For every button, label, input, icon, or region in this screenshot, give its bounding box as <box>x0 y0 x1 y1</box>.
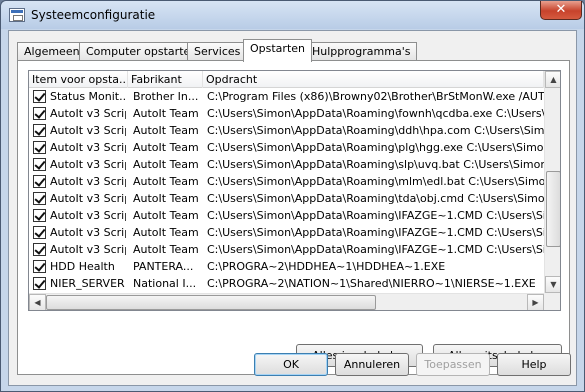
horizontal-scroll-thumb[interactable] <box>46 295 376 310</box>
startup-item-command: C:\PROGRA~2\NATION~1\Shared\NIERRO~1\NIE… <box>207 277 536 290</box>
startup-item-command: C:\Users\Simon\AppData\Roaming\slp\uvq.b… <box>207 158 544 171</box>
scroll-up-arrow-icon[interactable]: ▲ <box>545 71 560 88</box>
table-row[interactable]: Status Monit... Brother In... C:\Program F… <box>29 88 544 105</box>
dialog-client-area: Algemeen Computer opstarten Services Ops… <box>8 30 577 386</box>
startup-item-checkbox[interactable] <box>33 175 46 188</box>
startup-item-command: C:\Users\Simon\AppData\Roaming\ddh\hpa.c… <box>207 124 544 137</box>
startup-item-command: C:\Users\Simon\AppData\Roaming\mlm\edl.b… <box>207 175 544 188</box>
tab-algemeen[interactable]: Algemeen <box>17 42 87 61</box>
table-row[interactable]: AutoIt v3 Script AutoIt Team C:\Users\Simo… <box>29 139 544 156</box>
startup-item-name: AutoIt v3 Script <box>50 175 126 188</box>
window-title: Systeemconfiguratie <box>31 8 156 22</box>
table-row[interactable]: HDD Health PANTERA... C:\PROGRA~2\HDDHEA~1… <box>29 258 544 275</box>
startup-item-name: AutoIt v3 Script <box>50 124 126 137</box>
startup-item-command: C:\Users\Simon\AppData\Roaming\IFAZGE~1.… <box>207 209 544 222</box>
opstarten-tab-panel: Item voor opsta... Fabrikant Opdracht St… <box>17 60 570 375</box>
startup-item-vendor: AutoIt Team <box>133 226 199 239</box>
startup-item-name: NIER_SERVER <box>50 277 125 290</box>
tab-opstarten[interactable]: Opstarten <box>243 39 312 62</box>
startup-item-name: AutoIt v3 Script <box>50 141 126 154</box>
scroll-right-arrow-icon[interactable]: ▶ <box>527 294 544 310</box>
startup-item-vendor: AutoIt Team <box>133 243 199 256</box>
startup-item-checkbox[interactable] <box>33 243 46 256</box>
startup-item-command: C:\Users\Simon\AppData\Roaming\IFAZGE~1.… <box>207 243 544 256</box>
close-icon: ✕ <box>555 2 567 17</box>
horizontal-scrollbar[interactable]: ◀ ▶ <box>29 293 544 310</box>
startup-item-checkbox[interactable] <box>33 124 46 137</box>
startup-item-name: AutoIt v3 Script <box>50 107 126 120</box>
startup-item-command: C:\Users\Simon\AppData\Roaming\fownh\qcd… <box>207 107 544 120</box>
startup-item-checkbox[interactable] <box>33 260 46 273</box>
startup-items-list[interactable]: Item voor opsta... Fabrikant Opdracht St… <box>28 70 561 311</box>
startup-item-vendor: AutoIt Team <box>133 124 199 137</box>
startup-item-checkbox[interactable] <box>33 277 46 290</box>
column-header-command[interactable]: Opdracht <box>203 71 544 88</box>
scrollbar-corner <box>544 293 560 310</box>
startup-item-checkbox[interactable] <box>33 192 46 205</box>
startup-item-vendor: Brother In... <box>133 90 199 103</box>
startup-item-vendor: National I... <box>133 277 197 290</box>
title-bar[interactable]: Systeemconfiguratie ✕ <box>1 1 584 29</box>
tab-services[interactable]: Services <box>187 42 248 61</box>
startup-item-command: C:\PROGRA~2\HDDHEA~1\HDDHEA~1.EXE <box>207 260 446 273</box>
tab-computer-opstarten[interactable]: Computer opstarten <box>79 42 205 61</box>
table-row[interactable]: AutoIt v3 Script AutoIt Team C:\Users\Simo… <box>29 207 544 224</box>
cancel-button[interactable]: Annuleren <box>335 353 409 376</box>
startup-item-command: C:\Program Files (x86)\Browny02\Brother\… <box>207 90 544 103</box>
scroll-down-arrow-icon[interactable]: ▼ <box>545 276 560 293</box>
startup-item-name: AutoIt v3 Script <box>50 158 126 171</box>
startup-item-vendor: AutoIt Team <box>133 175 199 188</box>
startup-item-command: C:\Users\Simon\AppData\Roaming\plg\hgg.e… <box>207 141 544 154</box>
list-header: Item voor opsta... Fabrikant Opdracht <box>29 71 544 88</box>
startup-item-command: C:\Users\Simon\AppData\Roaming\tda\obj.c… <box>207 192 544 205</box>
msconfig-app-icon <box>9 8 25 22</box>
table-row[interactable]: AutoIt v3 Script AutoIt Team C:\Users\Simo… <box>29 173 544 190</box>
startup-item-checkbox[interactable] <box>33 141 46 154</box>
startup-item-vendor: PANTERA... <box>133 260 194 273</box>
column-header-item[interactable]: Item voor opsta... <box>29 71 128 88</box>
table-row[interactable]: AutoIt v3 Script AutoIt Team C:\Users\Simo… <box>29 190 544 207</box>
startup-item-vendor: AutoIt Team <box>133 141 199 154</box>
ok-button[interactable]: OK <box>254 353 328 376</box>
table-row[interactable]: AutoIt v3 Script AutoIt Team C:\Users\Simo… <box>29 122 544 139</box>
startup-item-name: AutoIt v3 Script <box>50 192 126 205</box>
startup-item-vendor: AutoIt Team <box>133 107 199 120</box>
table-row[interactable]: AutoIt v3 Script AutoIt Team C:\Users\Simo… <box>29 156 544 173</box>
help-button[interactable]: Help <box>497 353 571 376</box>
startup-item-checkbox[interactable] <box>33 107 46 120</box>
list-rows: Status Monit... Brother In... C:\Program F… <box>29 88 544 292</box>
vertical-scrollbar[interactable]: ▲ ▼ <box>544 71 560 293</box>
table-row[interactable]: AutoIt v3 Script AutoIt Team C:\Users\Simo… <box>29 224 544 241</box>
close-button[interactable]: ✕ <box>540 1 582 20</box>
startup-item-name: AutoIt v3 Script <box>50 209 126 222</box>
startup-item-vendor: AutoIt Team <box>133 192 199 205</box>
table-row[interactable]: AutoIt v3 Script AutoIt Team C:\Users\Simo… <box>29 105 544 122</box>
system-configuration-window: Systeemconfiguratie ✕ Algemeen Computer … <box>0 0 585 392</box>
startup-item-checkbox[interactable] <box>33 90 46 103</box>
startup-item-checkbox[interactable] <box>33 226 46 239</box>
scroll-left-arrow-icon[interactable]: ◀ <box>29 294 46 310</box>
startup-item-vendor: AutoIt Team <box>133 158 199 171</box>
startup-item-command: C:\Users\Simon\AppData\Roaming\IFAZGE~1.… <box>207 226 544 239</box>
startup-item-name: AutoIt v3 Script <box>50 226 126 239</box>
table-row[interactable]: NIER_SERVER National I... C:\PROGRA~2\NATI… <box>29 275 544 292</box>
column-header-vendor[interactable]: Fabrikant <box>128 71 203 88</box>
vertical-scroll-thumb[interactable] <box>546 171 560 247</box>
startup-item-vendor: AutoIt Team <box>133 209 199 222</box>
startup-item-name: HDD Health <box>50 260 115 273</box>
startup-item-checkbox[interactable] <box>33 209 46 222</box>
startup-item-name: Status Monit... <box>50 90 126 103</box>
startup-item-checkbox[interactable] <box>33 158 46 171</box>
table-row[interactable]: AutoIt v3 Script AutoIt Team C:\Users\Simo… <box>29 241 544 258</box>
tab-hulpprogrammas[interactable]: Hulpprogramma's <box>305 42 418 61</box>
startup-item-name: AutoIt v3 Script <box>50 243 126 256</box>
apply-button[interactable]: Toepassen <box>416 353 490 376</box>
